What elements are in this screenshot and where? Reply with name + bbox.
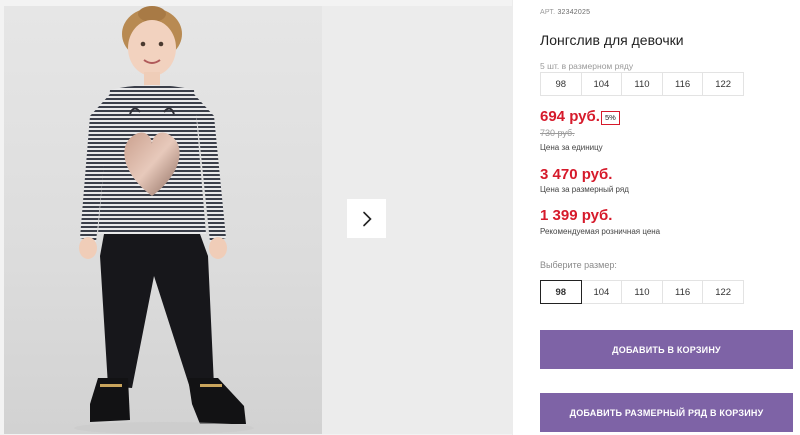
pack-size-cell: 104 — [580, 72, 623, 96]
size-option-98[interactable]: 98 — [540, 280, 582, 304]
old-price: 730 руб. — [540, 128, 575, 138]
set-price: 3 470 руб. — [540, 166, 613, 183]
rrp-price-caption: Рекомендуемая розничная цена — [540, 227, 661, 236]
product-title: Лонгслив для девочки — [540, 32, 684, 48]
rrp-price: 1 399 руб. — [540, 207, 613, 224]
add-set-to-cart-button[interactable]: ДОБАВИТЬ РАЗМЕРНЫЙ РЯД В КОРЗИНУ — [540, 393, 793, 432]
pack-size-cell: 116 — [661, 72, 704, 96]
size-option-110[interactable]: 110 — [621, 280, 663, 304]
pack-size-cell: 98 — [540, 72, 582, 96]
girl-in-longsleeve-image — [74, 6, 254, 434]
size-option-116[interactable]: 116 — [661, 280, 704, 304]
discount-badge: 5% — [601, 111, 620, 125]
article-line: АРТ. 32342025 — [540, 9, 590, 16]
add-to-cart-button[interactable]: ДОБАВИТЬ В КОРЗИНУ — [540, 330, 793, 369]
size-selector-label: Выберите размер: — [540, 260, 617, 270]
article-label: АРТ. — [540, 9, 556, 16]
unit-price: 694 руб. — [540, 108, 600, 125]
article-number: 32342025 — [557, 9, 591, 16]
pack-size-cell: 110 — [621, 72, 663, 96]
pack-note: 5 шт. в размерном ряду — [540, 61, 634, 71]
next-image-button[interactable] — [347, 199, 386, 238]
chevron-right-icon — [362, 211, 372, 226]
pack-size-cell: 122 — [702, 72, 744, 96]
size-option-104[interactable]: 104 — [580, 280, 623, 304]
product-photo[interactable] — [4, 6, 322, 434]
panel-divider — [512, 0, 513, 435]
size-selector: 98 104 110 116 122 — [540, 280, 744, 304]
set-price-caption: Цена за размерный ряд — [540, 185, 629, 194]
size-option-122[interactable]: 122 — [702, 280, 744, 304]
unit-price-caption: Цена за единицу — [540, 143, 603, 152]
pack-sizes-row: 98 104 110 116 122 — [540, 72, 744, 96]
